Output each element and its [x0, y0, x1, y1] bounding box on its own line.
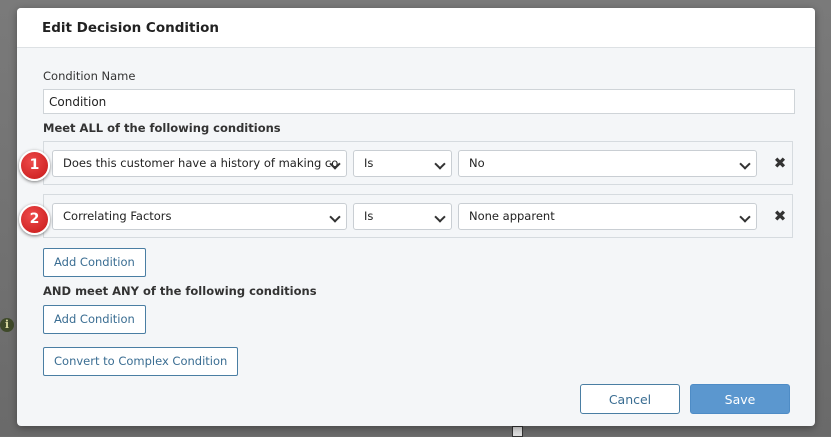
- condition-field-select-2[interactable]: Correlating Factors: [52, 203, 347, 230]
- all-conditions-label: Meet ALL of the following conditions: [43, 121, 281, 135]
- condition-name-input[interactable]: [43, 89, 795, 114]
- condition-value-select-1[interactable]: No: [458, 150, 757, 177]
- close-icon[interactable]: ✖: [772, 208, 788, 224]
- edit-decision-condition-dialog: Edit Decision Condition Condition Name M…: [17, 8, 815, 426]
- background-checkbox: [512, 426, 523, 437]
- info-icon: i: [0, 318, 14, 332]
- condition-value-select-2[interactable]: None apparent: [458, 203, 757, 230]
- dialog-title: Edit Decision Condition: [42, 19, 219, 36]
- save-button[interactable]: Save: [690, 384, 790, 414]
- add-all-condition-button[interactable]: Add Condition: [43, 248, 146, 277]
- convert-to-complex-condition-button[interactable]: Convert to Complex Condition: [43, 347, 239, 376]
- step-badge-2: 2: [19, 204, 50, 235]
- close-icon[interactable]: ✖: [772, 155, 788, 171]
- condition-value-value: No: [469, 156, 485, 170]
- condition-field-value: Correlating Factors: [63, 209, 172, 223]
- add-any-condition-button[interactable]: Add Condition: [43, 305, 146, 334]
- condition-field-value: Does this customer have a history of mak…: [63, 156, 339, 170]
- condition-operator-select-1[interactable]: Is: [353, 150, 452, 177]
- condition-field-select-1[interactable]: Does this customer have a history of mak…: [52, 150, 347, 177]
- condition-name-label: Condition Name: [43, 69, 136, 83]
- any-conditions-label: AND meet ANY of the following conditions: [43, 284, 317, 298]
- condition-operator-select-2[interactable]: Is: [353, 203, 452, 230]
- condition-row-1: Does this customer have a history of mak…: [43, 141, 793, 185]
- step-badge-1: 1: [19, 150, 50, 181]
- condition-value-value: None apparent: [469, 209, 555, 223]
- cancel-button[interactable]: Cancel: [580, 384, 680, 414]
- dialog-header: Edit Decision Condition: [17, 8, 815, 48]
- condition-row-2: Correlating Factors Is None apparent ✖: [43, 194, 793, 238]
